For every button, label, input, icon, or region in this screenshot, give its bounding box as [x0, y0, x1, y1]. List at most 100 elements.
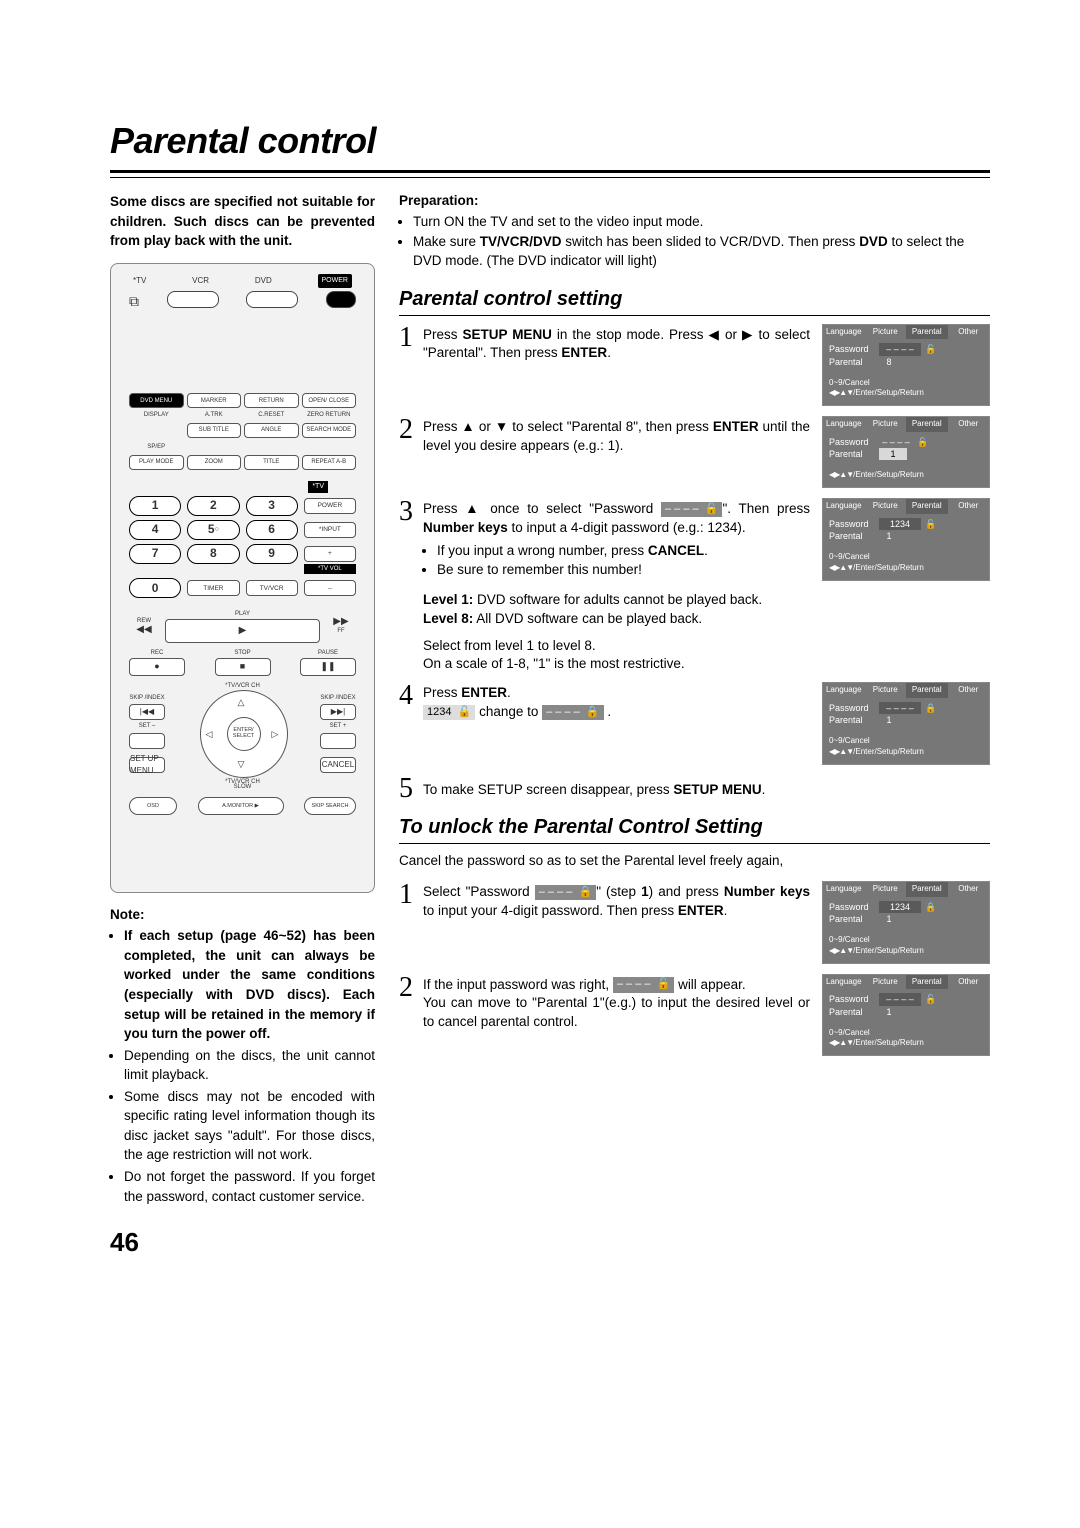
- stop-label: STOP: [215, 649, 271, 658]
- display-label: DISPLAY: [129, 411, 184, 420]
- num-3: 3: [246, 496, 298, 516]
- tvvol-label: *TV VOL: [304, 564, 356, 575]
- side-minus: –: [304, 580, 356, 596]
- enter-button: ENTER/ SELECT: [227, 717, 261, 751]
- remote-label-dvd: DVD: [255, 275, 272, 287]
- tvvcr-button: TV/VCR: [246, 580, 298, 596]
- step-number: 2: [399, 416, 423, 488]
- num-4: 4: [129, 520, 181, 540]
- divider: [110, 177, 990, 178]
- amonitor-button: A.MONITOR ▶: [198, 797, 284, 815]
- atrk-label: A.TRK: [187, 411, 242, 420]
- dvd-button: [246, 291, 298, 308]
- lock-open-icon: 🔓: [657, 978, 671, 990]
- side-power: POWER: [304, 498, 356, 514]
- pause-label: PAUSE: [300, 649, 356, 658]
- prep-item: Turn ON the TV and set to the video inpu…: [413, 213, 990, 232]
- unlock-intro: Cancel the password so as to set the Par…: [399, 852, 990, 871]
- num-1: 1: [129, 496, 181, 516]
- prep-item: Make sure TV/VCR/DVD switch has been sli…: [413, 233, 990, 271]
- skip-label-l: SKIP /INDEX: [129, 694, 164, 703]
- play-button: ▶: [165, 619, 320, 643]
- ff-icon: ▶▶: [333, 617, 348, 627]
- right-arrow-icon: ▷: [272, 728, 279, 741]
- title-button: TITLE: [244, 455, 299, 470]
- zeroreturn-label: ZERO RETURN: [302, 411, 357, 420]
- remote-diagram: *TV VCR DVD POWER ⧉ DVD MENU MARKER: [110, 263, 375, 893]
- step-text: Press ▲ once to select "Password – – – –…: [423, 498, 822, 581]
- play-label: PLAY: [159, 610, 326, 619]
- num-2: 2: [187, 496, 239, 516]
- remote-label-vcr: VCR: [192, 275, 209, 287]
- step-text: If the input password was right, – – – –…: [423, 974, 822, 1057]
- password-box-inline: – – – – 🔒: [535, 885, 596, 900]
- step-number: 1: [399, 881, 423, 964]
- section-heading: Parental control setting: [399, 285, 990, 313]
- step-number: 1: [399, 324, 423, 407]
- spep-label: SP/EP: [129, 443, 184, 452]
- rec-label: REC: [129, 649, 185, 658]
- note-list: If each setup (page 46~52) has been comp…: [110, 926, 375, 1206]
- pw-after-box: – – – – 🔒: [542, 705, 603, 720]
- skipsearch-button: SKIP SEARCH: [304, 797, 356, 815]
- playmode-button: PLAY MODE: [129, 455, 184, 470]
- set-plus-button: [320, 733, 356, 749]
- page-title: Parental control: [110, 120, 990, 162]
- dvdmenu-button: DVD MENU: [129, 393, 184, 408]
- rew-icon: ◀◀: [136, 625, 151, 635]
- osd-panel: LanguagePictureParentalOtherPassword– – …: [822, 974, 990, 1057]
- skip-fwd-button: ▶▶|: [320, 704, 356, 720]
- angle-button: ANGLE: [244, 423, 299, 438]
- set-minus-button: [129, 733, 165, 749]
- step-number: 3: [399, 498, 423, 581]
- repeat-button: REPEAT A-B: [302, 455, 357, 470]
- note-item: Do not forget the password. If you forge…: [124, 1167, 375, 1206]
- skip-label-r: SKIP /INDEX: [320, 694, 355, 703]
- note-item: If each setup (page 46~52) has been comp…: [124, 928, 375, 1041]
- setup-button: SET UP MENU: [129, 757, 165, 773]
- note-heading: Note:: [110, 905, 375, 925]
- level-info: Level 1: DVD software for adults cannot …: [423, 591, 990, 675]
- remote-label-tv: *TV: [133, 275, 146, 287]
- osd-panel: LanguagePictureParentalOtherPassword– – …: [822, 682, 990, 765]
- password-box-inline: – – – – 🔓: [661, 502, 722, 517]
- return-button: RETURN: [244, 393, 299, 408]
- osd-panel: LanguagePictureParentalOtherPassword– – …: [822, 416, 990, 488]
- divider: [399, 315, 990, 316]
- marker-button: MARKER: [187, 393, 242, 408]
- prep-list: Turn ON the TV and set to the video inpu…: [399, 213, 990, 271]
- lock-open-icon: 🔓: [705, 503, 719, 515]
- osd-panel: LanguagePictureParentalOtherPassword– – …: [822, 324, 990, 407]
- divider: [110, 170, 990, 173]
- up-arrow-icon: △: [238, 696, 245, 709]
- lock-closed-icon: 🔒: [578, 886, 592, 898]
- step-text: Press SETUP MENU in the stop mode. Press…: [423, 324, 822, 407]
- step-text: Press ▲ or ▼ to select "Parental 8", the…: [423, 416, 822, 488]
- creset-label: C.RESET: [244, 411, 299, 420]
- osd-button: OSD: [129, 797, 177, 815]
- searchmode-button: SEARCH MODE: [302, 423, 357, 438]
- password-box-inline: – – – – 🔓: [613, 977, 674, 992]
- cancel-button: CANCEL: [320, 757, 356, 773]
- note-item: Some discs may not be encoded with speci…: [124, 1087, 375, 1165]
- left-arrow-icon: ◁: [206, 728, 213, 741]
- intro-text: Some discs are specified not suitable fo…: [110, 192, 375, 251]
- step-text: Select "Password – – – – 🔒" (step 1) and…: [423, 881, 822, 964]
- lock-closed-icon: 🔒: [586, 706, 600, 718]
- divider: [399, 843, 990, 844]
- stop-button: ■: [215, 658, 271, 676]
- num-9: 9: [246, 544, 298, 564]
- step-text: To make SETUP screen disappear, press SE…: [423, 775, 990, 803]
- subtitle-button: SUB TITLE: [187, 423, 242, 438]
- step-number: 4: [399, 682, 423, 765]
- dpad: *TV/VCR CH △ ▽ ◁ ▷ ENTER/ SELECT *TV/VCR…: [188, 686, 298, 781]
- set-plus-label: SET +: [330, 722, 347, 731]
- osd-panel: LanguagePictureParentalOtherPassword1234…: [822, 498, 990, 581]
- power-button: [326, 291, 356, 308]
- timer-button: TIMER: [187, 580, 239, 596]
- step-text: Press ENTER. 1234 🔓 change to – – – – 🔒 …: [423, 682, 822, 765]
- vcr-button: [167, 291, 219, 308]
- tv-icon: ⧉: [129, 291, 139, 311]
- prep-heading: Preparation:: [399, 192, 990, 211]
- skip-back-button: |◀◀: [129, 704, 165, 720]
